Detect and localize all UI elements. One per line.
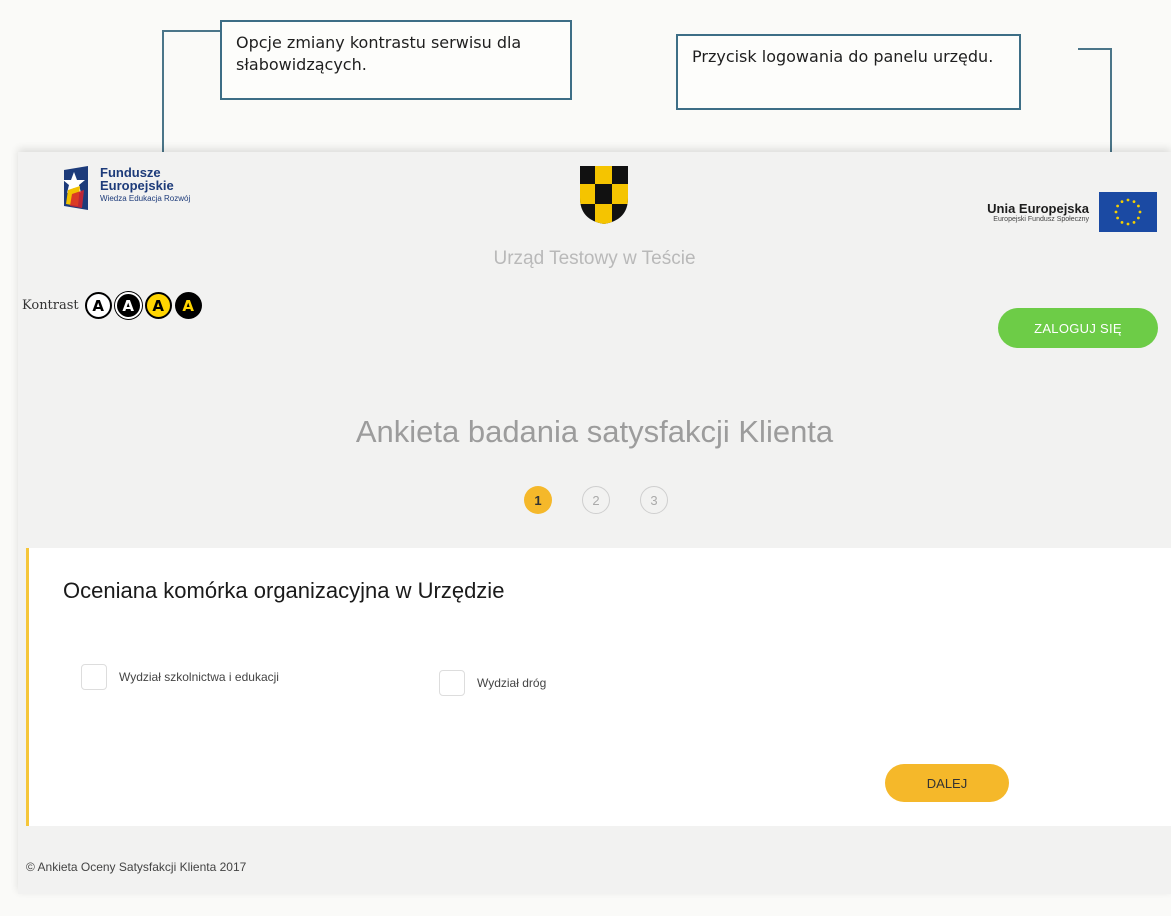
eu-flag-icon [1099,192,1157,232]
survey-title: Ankieta badania satysfakcji Klienta [355,414,834,449]
step-3: 3 [640,486,668,514]
fe-logo-subtitle: Wiedza Edukacja Rozwój [100,194,191,203]
coat-of-arms-icon [580,166,628,224]
callout-contrast-text: Opcje zmiany kontrastu serwisu dla słabo… [236,33,522,74]
fe-title-line-2: Europejskie [100,178,174,193]
checkbox[interactable] [439,670,465,696]
step-1: 1 [524,486,552,514]
option-label: Wydział szkolnictwa i edukacji [119,670,279,684]
option-wydzial-drog[interactable]: Wydział dróg [439,670,546,696]
unia-europejska-logo: Unia Europejska Europejski Fundusz Społe… [987,192,1157,232]
question-title: Oceniana komórka organizacyjna w Urzędzi… [63,578,505,603]
contrast-yellow-black-button[interactable]: A [144,292,172,319]
ue-logo-title: Unia Europejska [987,201,1089,216]
fundusze-europejskie-logo: Fundusze Europejskie Wiedza Edukacja Roz… [62,166,190,212]
fe-logo-title: Fundusze Europejskie [100,166,190,192]
next-button[interactable]: DALEJ [885,764,1009,802]
step-2: 2 [582,486,610,514]
contrast-black-white-button[interactable]: A [114,292,142,319]
callout-contrast-note: Opcje zmiany kontrastu serwisu dla słabo… [220,20,572,100]
question-card: Oceniana komórka organizacyjna w Urzędzi… [26,548,1171,826]
contrast-label: Kontrast [22,298,79,313]
option-label: Wydział dróg [477,676,547,690]
contrast-default-button[interactable]: A [84,292,112,319]
fe-star-logo-icon [63,166,88,210]
ue-logo-subtitle: Europejski Fundusz Społeczny [993,216,1089,223]
login-button[interactable]: ZALOGUJ SIĘ [998,308,1158,348]
connector-line [162,30,220,32]
office-name: Urząd Testowy w Teście [493,248,696,269]
step-indicator: 1 2 3 [524,486,698,514]
contrast-switcher: Kontrast A A A A [22,292,205,319]
callout-login-text: Przycisk logowania do panelu urzędu. [692,47,994,66]
website-screenshot: Fundusze Europejskie Wiedza Edukacja Roz… [18,152,1171,894]
checkbox[interactable] [81,664,107,690]
footer-copyright: © Ankieta Oceny Satysfakcji Klienta 2017 [26,860,247,874]
callout-login-note: Przycisk logowania do panelu urzędu. [676,34,1021,110]
connector-line [1078,48,1112,50]
option-wydzial-szkolnictwa[interactable]: Wydział szkolnictwa i edukacji [81,664,279,690]
contrast-black-yellow-button[interactable]: A [174,292,202,319]
